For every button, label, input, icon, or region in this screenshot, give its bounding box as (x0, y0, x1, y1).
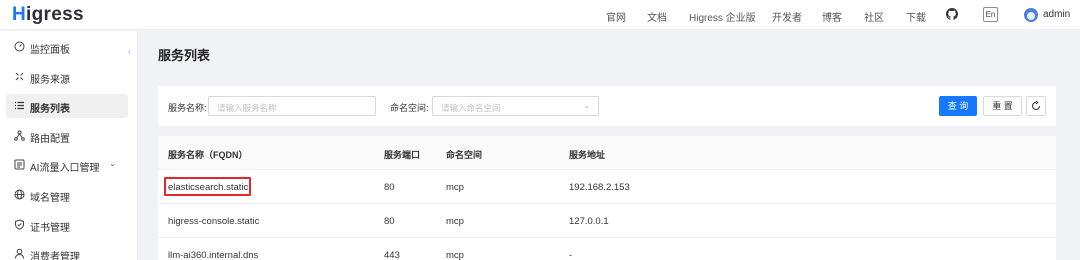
sidebar-item-label: 监控面板 (30, 45, 70, 56)
cell-namespace: mcp (446, 250, 464, 260)
service-name-label: 服务名称: (168, 103, 207, 113)
column-header-namespace: 命名空间 (446, 150, 483, 160)
cell-service-name[interactable]: llm-ai360.internal.dns (168, 250, 258, 260)
column-header-name: 服务名称（FQDN） (168, 150, 248, 160)
collapse-sidebar-icon[interactable]: ‹ (128, 46, 131, 56)
globe-icon (14, 189, 25, 200)
top-header: Higress 官网 文档 Higress 企业版 开发者 博客 社区 下载 E… (0, 0, 1080, 30)
cell-namespace: mcp (446, 182, 464, 193)
namespace-label: 命名空间: (390, 103, 429, 113)
nav-download[interactable]: 下载 (906, 9, 926, 24)
chevron-down-icon: ⌄ (583, 101, 590, 110)
sidebar-item-label: 服务来源 (30, 75, 70, 86)
namespace-select[interactable]: 请输入命名空间 ⌄ (432, 96, 599, 116)
nav-enterprise[interactable]: Higress 企业版 (689, 9, 756, 24)
avatar[interactable] (1024, 8, 1038, 22)
cell-port: 80 (384, 216, 395, 227)
cell-port: 80 (384, 182, 395, 193)
nav-developers[interactable]: 开发者 (772, 9, 802, 24)
service-name-input[interactable]: 请输入服务名称 (208, 96, 376, 116)
search-button[interactable]: 查 询 (939, 96, 977, 116)
service-source-icon (14, 71, 25, 82)
nav-community[interactable]: 社区 (864, 9, 884, 24)
sidebar-item-service-list[interactable]: 服务列表 (6, 94, 128, 118)
page-title: 服务列表 (158, 48, 211, 63)
language-toggle[interactable]: En (983, 7, 998, 22)
column-header-address: 服务地址 (569, 150, 606, 160)
cell-service-name[interactable]: higress-console.static (168, 216, 259, 227)
sidebar-item-label: AI流量入口管理 (30, 163, 100, 174)
service-name-placeholder: 请输入服务名称 (217, 103, 277, 113)
ai-icon (14, 159, 25, 170)
sidebar-item-ai-traffic[interactable]: AI流量入口管理 ⌄ (6, 153, 128, 177)
sidebar-item-label: 域名管理 (30, 193, 70, 204)
sidebar-item-domain[interactable]: 域名管理 (6, 183, 128, 207)
sidebar-item-dashboard[interactable]: 监控面板 (6, 35, 128, 59)
filter-form: 服务名称: 请输入服务名称 命名空间: 请输入命名空间 ⌄ 查 询 重 置 (158, 86, 1056, 126)
chevron-down-icon[interactable]: ⌄ (109, 159, 116, 168)
higress-logo[interactable]: Higress (12, 4, 84, 26)
namespace-placeholder: 请输入命名空间 (441, 103, 501, 113)
cell-namespace: mcp (446, 216, 464, 227)
nav-docs[interactable]: 文档 (647, 9, 667, 24)
nav-blog[interactable]: 博客 (822, 9, 842, 24)
dashboard-icon (14, 41, 25, 52)
table-row[interactable]: elasticsearch.static 80 mcp 192.168.2.15… (158, 170, 1056, 204)
cell-address: 127.0.0.1 (569, 216, 609, 227)
username[interactable]: admin (1043, 9, 1070, 20)
sidebar-item-label: 路由配置 (30, 134, 70, 145)
user-icon (14, 248, 25, 259)
cell-port: 443 (384, 250, 400, 260)
sidebar-item-label: 服务列表 (30, 104, 70, 115)
service-table: 服务名称（FQDN） 服务端口 命名空间 服务地址 elasticsearch.… (158, 136, 1056, 260)
sidebar-item-service-source[interactable]: 服务来源 (6, 65, 128, 89)
reset-button[interactable]: 重 置 (983, 96, 1022, 116)
table-row[interactable]: llm-ai360.internal.dns 443 mcp - (158, 238, 1056, 260)
nav-official-site[interactable]: 官网 (606, 9, 626, 24)
sidebar-item-route-config[interactable]: 路由配置 (6, 124, 128, 148)
cell-address: 192.168.2.153 (569, 182, 630, 193)
refresh-button[interactable] (1026, 96, 1046, 116)
route-icon (14, 130, 25, 141)
list-icon (14, 100, 25, 111)
sidebar-item-certificate[interactable]: 证书管理 (6, 213, 128, 237)
github-icon[interactable] (946, 8, 958, 20)
sidebar-item-consumer[interactable]: 消费者管理 (6, 242, 128, 260)
logo-letter: H (12, 4, 27, 25)
shield-icon (14, 219, 25, 230)
sidebar-item-label: 证书管理 (30, 223, 70, 234)
cell-service-name[interactable]: elasticsearch.static (168, 182, 248, 193)
table-row[interactable]: higress-console.static 80 mcp 127.0.0.1 (158, 204, 1056, 238)
cell-address: - (569, 250, 573, 260)
sidebar-item-label: 消费者管理 (30, 252, 80, 260)
column-header-port: 服务端口 (384, 150, 421, 160)
table-header: 服务名称（FQDN） 服务端口 命名空间 服务地址 (158, 136, 1056, 170)
logo-text: igress (26, 4, 84, 25)
refresh-icon (1032, 100, 1040, 110)
sidebar: ‹ 监控面板 服务来源 服务列表 路由配置 AI流量入口管理 ⌄ 域名管理 证书… (0, 31, 138, 260)
